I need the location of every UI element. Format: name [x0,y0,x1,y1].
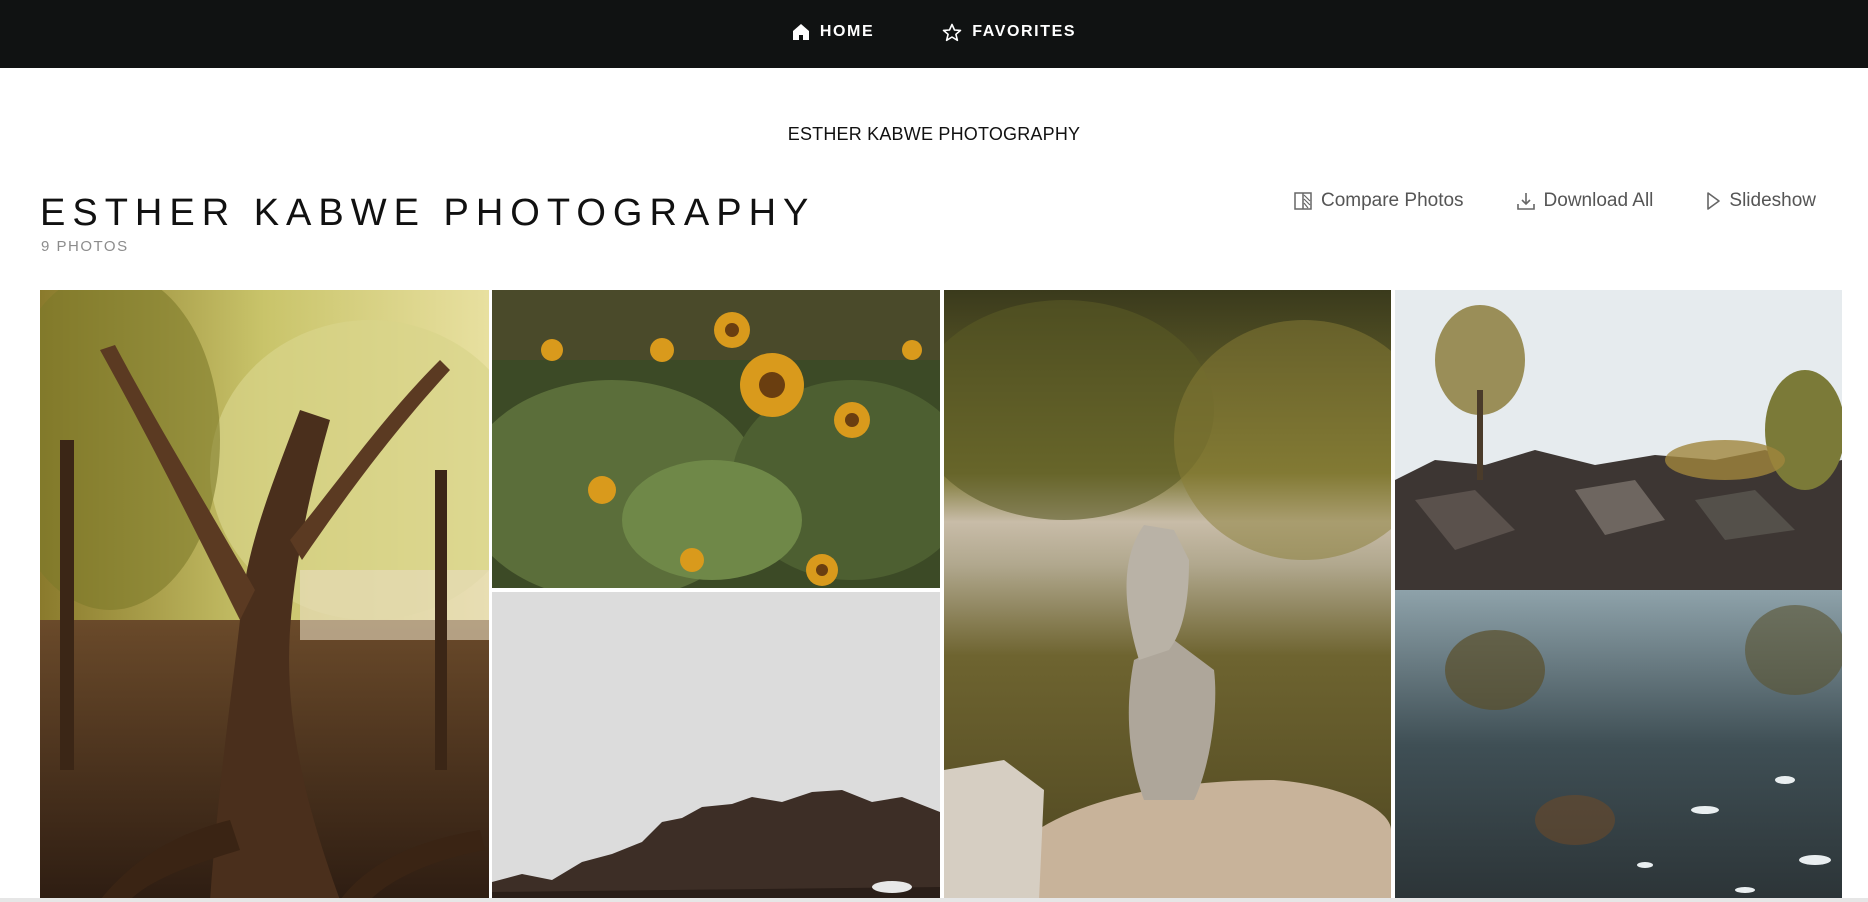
photo-count: 9 PHOTOS [41,238,129,255]
photo-stacked-rocks[interactable] [944,290,1391,900]
photo-treeline[interactable] [492,592,940,900]
star-icon [942,23,962,42]
nav-favorites-label: FAVORITES [972,23,1077,40]
top-nav: HOME FAVORITES [0,0,1868,68]
compare-photos-label: Compare Photos [1320,190,1464,211]
photo-sunflowers[interactable] [492,290,940,588]
gallery-actions: Compare Photos Download All Slideshow [1241,190,1816,212]
nav-home-label: HOME [819,23,875,40]
photo-rocky-pond[interactable] [1395,290,1842,900]
download-icon [1516,191,1536,211]
slideshow-label: Slideshow [1729,190,1816,211]
photo-tree[interactable] [40,290,489,900]
nav-favorites-link[interactable]: FAVORITES [942,23,1076,42]
download-all-label: Download All [1543,190,1654,211]
nav-home-link[interactable]: HOME [792,23,874,41]
gallery-title: ESTHER KABWE PHOTOGRAPHY [40,192,816,234]
slideshow-button[interactable]: Slideshow [1705,190,1816,212]
compare-icon [1293,191,1313,211]
play-icon [1705,191,1721,211]
site-title[interactable]: ESTHER KABWE PHOTOGRAPHY [0,124,1868,145]
home-icon [792,23,810,41]
download-all-button[interactable]: Download All [1516,190,1654,212]
compare-photos-button[interactable]: Compare Photos [1293,190,1464,212]
